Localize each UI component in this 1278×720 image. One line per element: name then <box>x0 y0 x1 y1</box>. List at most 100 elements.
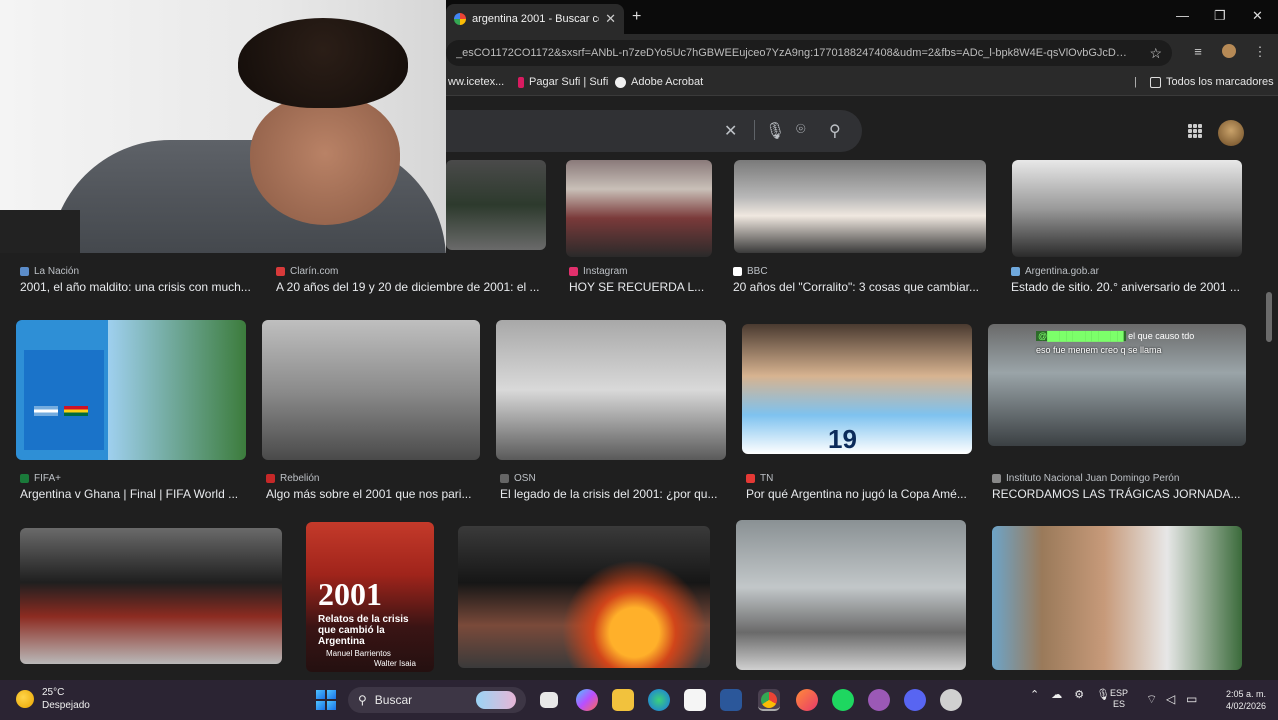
result-image[interactable] <box>496 320 726 460</box>
close-window-icon[interactable]: ✕ <box>1252 8 1263 24</box>
result-image[interactable] <box>16 320 246 460</box>
source-favicon-icon <box>569 267 578 276</box>
source-favicon-icon <box>20 474 29 483</box>
account-avatar[interactable] <box>1218 120 1244 146</box>
maximize-icon[interactable]: ❐ <box>1214 8 1226 24</box>
result-image[interactable] <box>262 320 480 460</box>
result-caption[interactable]: Por qué Argentina no jugó la Copa Amé... <box>746 487 972 501</box>
volume-icon[interactable]: ◁ <box>1166 692 1175 706</box>
result-caption[interactable]: El legado de la crisis del 2001: ¿por qu… <box>500 487 726 501</box>
microphone-icon[interactable]: 🎙︎ <box>765 121 785 141</box>
weather-widget[interactable]: 25°C Despejado <box>16 686 90 712</box>
system-tray: ⌃ ☁ ⚙ 🎙︎ <box>1030 688 1110 701</box>
task-view-icon[interactable] <box>540 692 558 708</box>
source-favicon-icon <box>1011 267 1020 276</box>
webcam-background-chair <box>0 210 80 253</box>
webcam-person-hair <box>238 18 408 108</box>
result-image[interactable] <box>446 160 546 250</box>
tab-close-icon[interactable]: ✕ <box>605 11 616 27</box>
address-bar[interactable]: _esCO1172CO1172&sxsrf=ANbL-n7zeDYo5Uc7hG… <box>446 40 1172 66</box>
google-apps-icon[interactable] <box>1188 124 1202 138</box>
taskbar-clock[interactable]: 2:05 a. m. 4/02/2026 <box>1208 688 1266 712</box>
onedrive-icon[interactable]: ☁ <box>1051 688 1062 701</box>
book-year: 2001 <box>318 576 382 612</box>
new-tab-button[interactable]: + <box>632 8 641 26</box>
messenger-icon[interactable] <box>868 689 890 711</box>
lens-camera-icon[interactable]: ⌾ <box>796 121 806 139</box>
copilot-icon[interactable] <box>576 689 598 711</box>
tray-overflow-icon[interactable]: ⌃ <box>1030 688 1039 701</box>
result-source[interactable]: Instituto Nacional Juan Domingo Perón <box>992 473 1179 484</box>
browser-tab-active[interactable]: argentina 2001 - Buscar con Go ✕ <box>446 4 624 34</box>
bookmark-item[interactable]: Adobe Acrobat <box>615 76 703 88</box>
microphone-icon[interactable]: 🎙︎ <box>1096 688 1110 701</box>
result-image[interactable] <box>20 528 282 664</box>
file-explorer-icon[interactable] <box>612 689 634 711</box>
windows-start-icon[interactable] <box>316 690 336 710</box>
minimize-icon[interactable]: — <box>1176 8 1189 23</box>
result-image[interactable] <box>734 160 986 253</box>
result-source[interactable]: Rebelión <box>266 473 319 484</box>
book-cover-image[interactable]: 2001 Relatos de la crisis que cambió la … <box>306 522 434 672</box>
google-favicon-icon <box>454 13 466 25</box>
reading-list-icon[interactable]: ≡ <box>1190 44 1206 60</box>
chat-message: eso fue menem creo q se llama <box>1036 345 1162 355</box>
result-image[interactable] <box>1012 160 1242 257</box>
search-icon: ⚲ <box>358 693 367 707</box>
result-source[interactable]: TN <box>746 473 773 484</box>
bookmarks-separator: | <box>1134 76 1137 88</box>
result-image[interactable] <box>992 526 1242 670</box>
language-indicator[interactable]: ESP ES <box>1110 688 1128 710</box>
result-source[interactable]: Clarín.com <box>276 266 338 277</box>
result-source[interactable]: FIFA+ <box>20 473 61 484</box>
discord-icon[interactable] <box>904 689 926 711</box>
brave-icon[interactable] <box>796 689 818 711</box>
tray-app-icon[interactable]: ⚙ <box>1074 688 1084 701</box>
result-caption[interactable]: 20 años del "Corralito": 3 cosas que cam… <box>733 280 985 294</box>
result-image[interactable] <box>458 526 710 668</box>
edge-icon[interactable] <box>648 689 670 711</box>
result-caption[interactable]: RECORDAMOS LAS TRÁGICAS JORNADA... <box>992 487 1246 501</box>
obs-icon[interactable] <box>940 689 962 711</box>
taskbar-search[interactable]: ⚲ Buscar <box>348 687 526 713</box>
search-highlight-icon <box>476 691 516 709</box>
page-scrollbar[interactable] <box>1266 292 1272 342</box>
result-source[interactable]: BBC <box>733 266 768 277</box>
bookmark-star-icon[interactable]: ☆ <box>1149 45 1162 62</box>
source-favicon-icon <box>500 474 509 483</box>
store-icon[interactable] <box>684 689 706 711</box>
jersey-number: 19 <box>828 424 857 454</box>
menu-kebab-icon[interactable]: ⋮ <box>1252 44 1268 60</box>
clear-search-icon[interactable]: ✕ <box>724 121 737 141</box>
result-image[interactable] <box>566 160 712 257</box>
date: 4/02/2026 <box>1225 701 1266 711</box>
profile-icon[interactable] <box>1222 44 1238 60</box>
result-image[interactable] <box>736 520 966 670</box>
chrome-icon[interactable] <box>758 689 780 711</box>
result-caption[interactable]: 2001, el año maldito: una crisis con muc… <box>20 280 256 294</box>
result-source[interactable]: La Nación <box>20 266 79 277</box>
bookmark-item[interactable]: Pagar Sufi | Sufi <box>518 76 608 88</box>
result-source[interactable]: Instagram <box>569 266 627 277</box>
bookmark-item[interactable]: ww.icetex... <box>448 76 504 88</box>
word-icon[interactable] <box>720 689 742 711</box>
battery-icon[interactable]: ▭ <box>1186 692 1197 706</box>
result-caption[interactable]: Algo más sobre el 2001 que nos pari... <box>266 487 480 501</box>
spotify-icon[interactable] <box>832 689 854 711</box>
address-url[interactable]: _esCO1172CO1172&sxsrf=ANbL-n7zeDYo5Uc7hG… <box>456 47 1143 59</box>
result-caption[interactable]: HOY SE RECUERDA L... <box>569 280 714 294</box>
source-favicon-icon <box>276 267 285 276</box>
source-favicon-icon <box>992 474 1001 483</box>
result-source[interactable]: OSN <box>500 473 536 484</box>
result-source[interactable]: Argentina.gob.ar <box>1011 266 1099 277</box>
argentina-flag-icon <box>34 406 58 416</box>
result-caption[interactable]: Argentina v Ghana | Final | FIFA World .… <box>20 487 246 501</box>
source-favicon-icon <box>266 474 275 483</box>
search-icon[interactable]: ⚲ <box>829 121 841 141</box>
all-bookmarks-button[interactable]: Todos los marcadores <box>1150 76 1274 88</box>
result-caption[interactable]: A 20 años del 19 y 20 de diciembre de 20… <box>276 280 546 294</box>
chat-message-top: el que causo tdo <box>1128 331 1195 341</box>
result-caption[interactable]: Estado de sitio. 20.° aniversario de 200… <box>1011 280 1246 294</box>
result-image[interactable]: 19 <box>742 324 972 454</box>
wifi-icon[interactable]: ⌔ <box>1146 692 1157 707</box>
